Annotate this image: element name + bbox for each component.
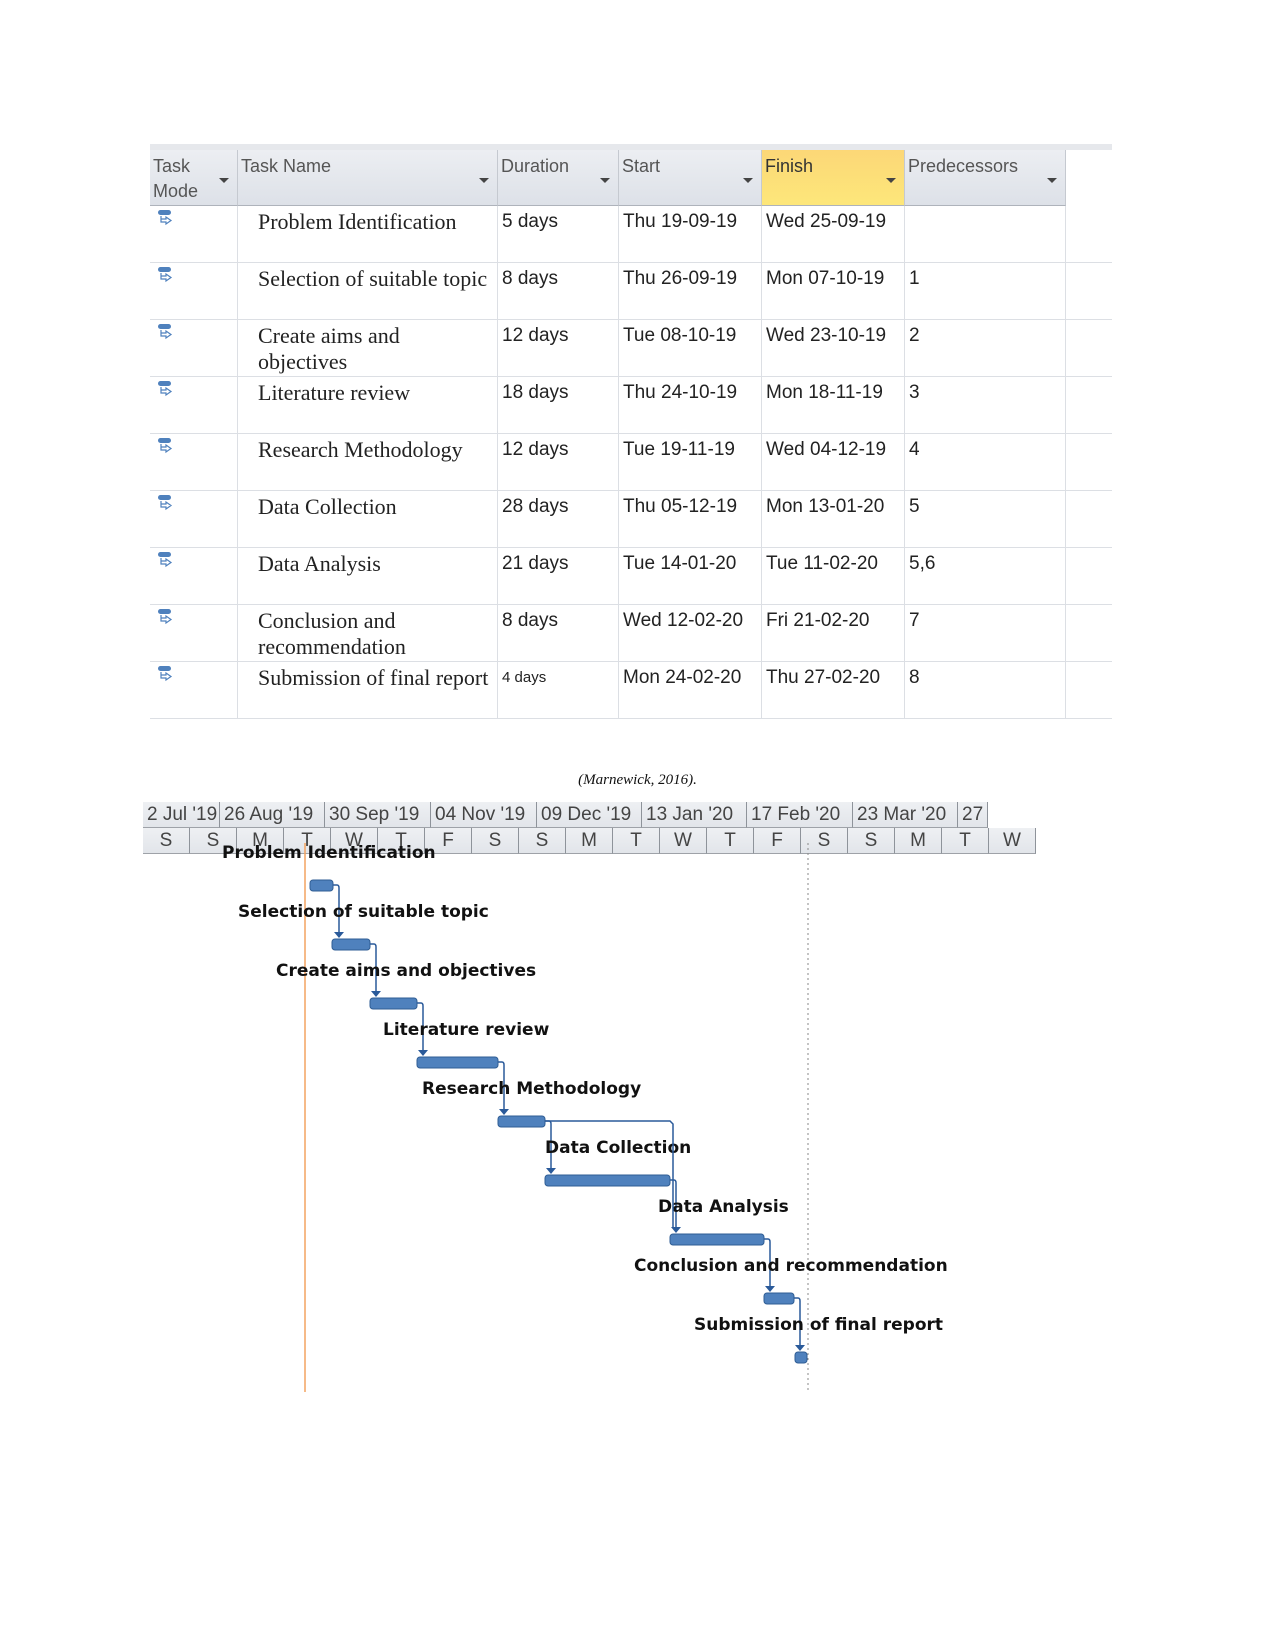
dependency-arrow-icon [546, 1168, 556, 1174]
gantt-task-label: Conclusion and recommendation [634, 1256, 948, 1276]
gantt-bar[interactable] [669, 1233, 765, 1246]
dependency-arrow-icon [795, 1345, 805, 1351]
gantt-bar[interactable] [544, 1174, 671, 1187]
dependency-arrow-icon [334, 932, 344, 938]
gantt-bar[interactable] [794, 1351, 808, 1364]
dependency-arrow-icon [765, 1286, 775, 1292]
gantt-task-label: Problem Identification [222, 843, 436, 863]
gantt-task-label: Data Analysis [658, 1197, 789, 1217]
gantt-bar[interactable] [309, 879, 334, 892]
gantt-task-label: Submission of final report [694, 1315, 943, 1335]
dependency-arrow-icon [371, 991, 381, 997]
gantt-chart: Problem Identification Selection of suita… [222, 843, 948, 1392]
dependency-arrow-icon [499, 1109, 509, 1115]
gantt-bar[interactable] [369, 997, 418, 1010]
gantt-task-label: Research Methodology [422, 1079, 641, 1099]
gantt-task-label: Data Collection [545, 1138, 691, 1158]
gantt-bar[interactable] [331, 938, 371, 951]
gantt-task-label: Create aims and objectives [276, 961, 536, 981]
gantt-bar[interactable] [416, 1056, 499, 1069]
gantt-bar[interactable] [763, 1292, 795, 1305]
gantt-bar[interactable] [497, 1115, 546, 1128]
dependency-arrow-icon [418, 1050, 428, 1056]
gantt-task-label: Literature review [383, 1020, 550, 1040]
gantt-task-label: Selection of suitable topic [238, 902, 489, 922]
